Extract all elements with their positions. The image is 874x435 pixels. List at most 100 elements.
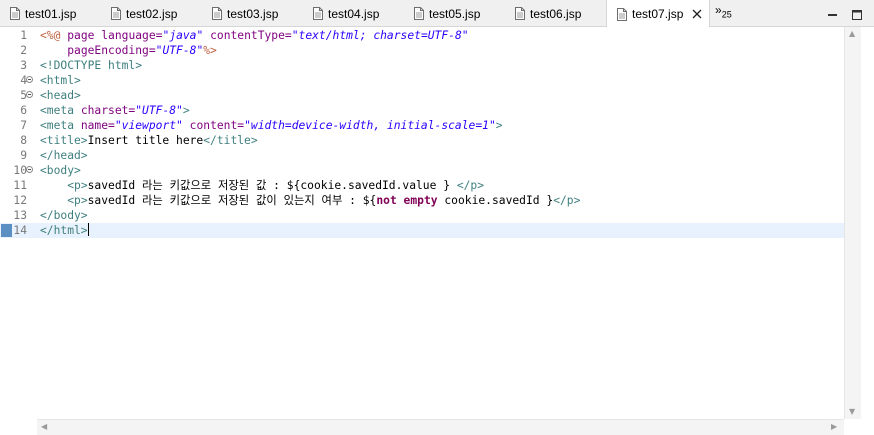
code-text: <meta name="viewport" content="width=dev… (40, 118, 503, 133)
code-token: savedId 라는 키값으로 저장된 값이 있는지 여부 : ${ (87, 194, 377, 207)
code-token: pageEncoding= (67, 44, 156, 57)
code-line[interactable]: 5 <head> (0, 88, 845, 103)
scroll-right-arrow-icon[interactable]: ▶ (831, 422, 837, 431)
code-token: "java" (162, 29, 204, 42)
tab-label: test03.jsp (227, 6, 279, 21)
line-number: 1 (20, 29, 27, 42)
scroll-left-arrow-icon[interactable]: ◀ (41, 422, 47, 431)
minimize-icon[interactable] (828, 5, 838, 16)
code-token: <head> (40, 89, 81, 102)
tab-label: test02.jsp (126, 6, 178, 21)
chevron-double-right-icon: » (715, 3, 722, 17)
code-text: <%@ page language="java" contentType="te… (40, 28, 469, 43)
code-token: <title> (40, 134, 88, 147)
code-line[interactable]: 4 <html> (0, 73, 845, 88)
code-token: </html> (40, 224, 88, 237)
code-token: charset= (80, 104, 136, 117)
code-token: </body> (40, 209, 88, 222)
code-token: not empty (376, 194, 438, 207)
code-token: contentType= (210, 29, 292, 42)
code-line[interactable]: 9 </head> (0, 148, 845, 163)
code-text: <head> (40, 88, 81, 103)
fold-toggle-icon[interactable] (26, 76, 33, 83)
line-number: 13 (13, 209, 27, 222)
code-line[interactable]: 14 </html> (0, 223, 845, 238)
code-token: <meta (40, 104, 75, 117)
code-text: <p>savedId 라는 키값으로 저장된 값이 있는지 여부 : ${not… (40, 193, 580, 208)
code-line[interactable]: 12 <p>savedId 라는 키값으로 저장된 값이 있는지 여부 : ${… (0, 193, 845, 208)
code-token: "width=device-width, initial-scale=1" (244, 119, 496, 132)
hidden-tab-count: 25 (721, 9, 732, 20)
code-token: <body> (40, 164, 81, 177)
code-token: content= (189, 119, 245, 132)
code-token: > (495, 119, 503, 132)
vertical-scrollbar[interactable]: ▲ ▼ (844, 27, 861, 419)
code-token: %> (203, 44, 217, 57)
code-line[interactable]: 2 pageEncoding="UTF-8"%> (0, 43, 845, 58)
text-caret (87, 223, 89, 236)
fold-toggle-icon[interactable] (26, 91, 33, 98)
line-number: 3 (20, 59, 27, 72)
code-text: </html> (40, 223, 89, 238)
code-line[interactable]: 8 <title>Insert title here</title> (0, 133, 845, 148)
tab-2[interactable]: test02.jsp (101, 0, 202, 27)
line-number: 8 (20, 134, 27, 147)
tab-label: test05.jsp (429, 6, 481, 21)
code-token: </p> (456, 179, 485, 192)
code-text: </body> (40, 208, 88, 223)
tab-7[interactable]: test07.jsp (606, 0, 710, 28)
code-line[interactable]: 1 <%@ page language="java" contentType="t… (0, 28, 845, 43)
code-text: <title>Insert title here</title> (40, 133, 258, 148)
code-token: cookie.savedId } (437, 194, 554, 207)
tab-3[interactable]: test03.jsp (202, 0, 303, 27)
code-line[interactable]: 3 <!DOCTYPE html> (0, 58, 845, 73)
line-number: 14 (13, 224, 27, 237)
code-line[interactable]: 7 <meta name="viewport" content="width=de… (0, 118, 845, 133)
line-number: 2 (20, 44, 27, 57)
scroll-up-arrow-icon[interactable]: ▲ (849, 29, 855, 38)
tab-label: test01.jsp (25, 6, 77, 21)
tab-label: test07.jsp (632, 7, 684, 21)
code-line[interactable]: 13 </body> (0, 208, 845, 223)
line-number: 4 (20, 74, 27, 87)
code-text: <body> (40, 163, 81, 178)
code-text: <html> (40, 73, 81, 88)
code-token: </head> (40, 149, 88, 162)
tab-label: test04.jsp (328, 6, 380, 21)
code-token: "text/html; charset=UTF-8" (291, 29, 469, 42)
code-token: <%@ (40, 29, 61, 42)
maximize-icon[interactable] (852, 5, 862, 20)
code-text: pageEncoding="UTF-8"%> (40, 43, 217, 58)
close-icon[interactable] (691, 7, 703, 22)
horizontal-scrollbar[interactable]: ◀ ▶ (37, 419, 844, 435)
tab-1[interactable]: test01.jsp (0, 0, 101, 27)
code-token: <!DOCTYPE html> (40, 59, 143, 72)
tab-overflow-button[interactable]: »25 (715, 3, 732, 19)
code-token: </title> (203, 134, 258, 147)
code-token: name= (80, 119, 115, 132)
code-editor[interactable]: 1 <%@ page language="java" contentType="t… (0, 27, 874, 435)
tab-5[interactable]: test05.jsp (404, 0, 505, 27)
code-token: language= (101, 29, 163, 42)
tab-4[interactable]: test04.jsp (303, 0, 404, 27)
code-token: <meta (40, 119, 75, 132)
jsp-file-icon (617, 7, 627, 21)
code-line[interactable]: 6 <meta charset="UTF-8"> (0, 103, 845, 118)
fold-toggle-icon[interactable] (26, 166, 33, 173)
tab-6[interactable]: test06.jsp (505, 0, 606, 27)
line-number: 10 (13, 164, 27, 177)
code-text: </head> (40, 148, 88, 163)
code-token: </p> (553, 194, 581, 207)
scroll-down-arrow-icon[interactable]: ▼ (849, 407, 855, 416)
line-number: 12 (13, 194, 27, 207)
code-line[interactable]: 10 <body> (0, 163, 845, 178)
jsp-file-icon (414, 7, 424, 20)
code-text: <p>savedId 라는 키값으로 저장된 값 : ${cookie.save… (40, 178, 484, 193)
code-token: <html> (40, 74, 81, 87)
jsp-file-icon (313, 7, 323, 20)
code-line[interactable]: 11 <p>savedId 라는 키값으로 저장된 값 : ${cookie.s… (0, 178, 845, 193)
code-token: savedId 라는 키값으로 저장된 값 : ${cookie.savedId… (87, 179, 457, 192)
line-number: 9 (20, 149, 27, 162)
